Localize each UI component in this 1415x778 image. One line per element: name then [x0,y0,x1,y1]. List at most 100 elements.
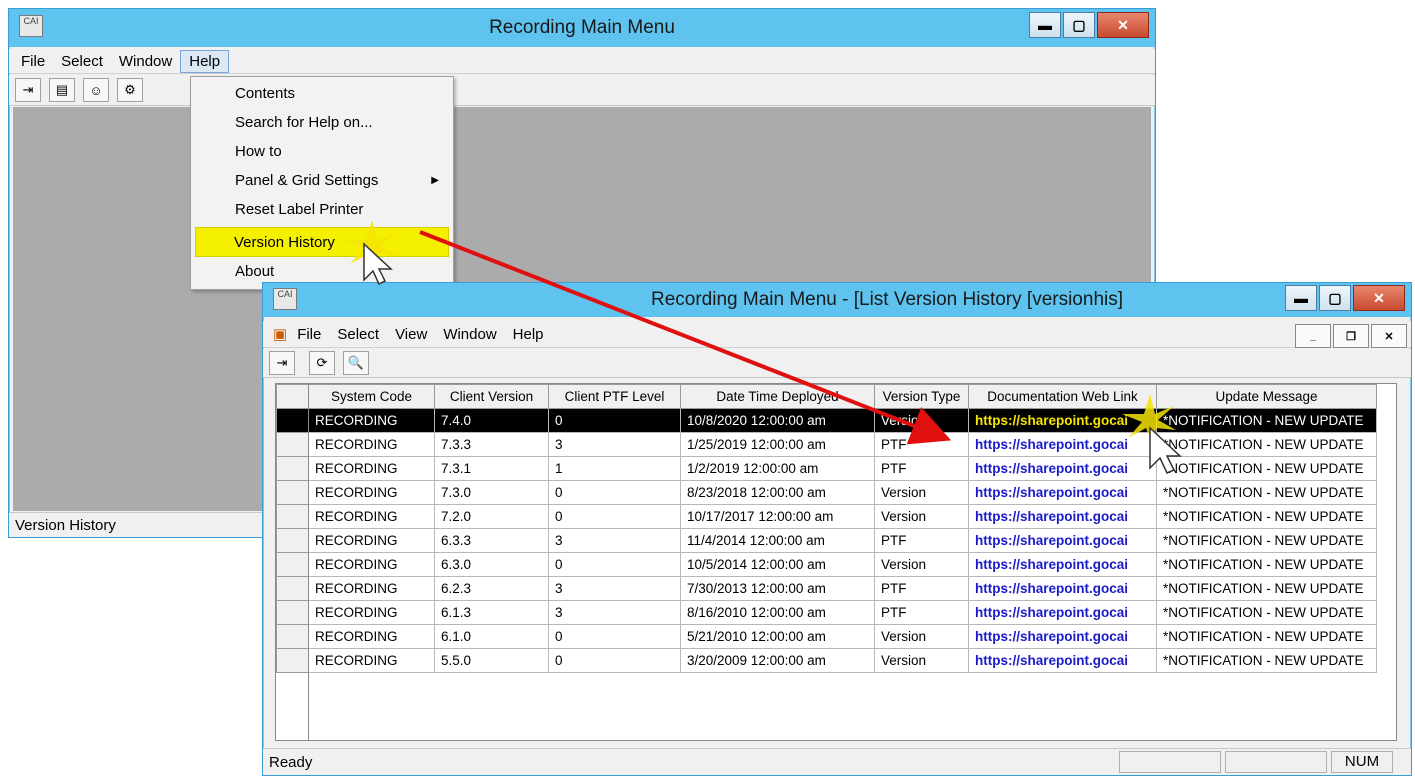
front-window-titlebar[interactable]: CAI Recording Main Menu - [List Version … [263,283,1411,317]
close-button[interactable]: ✕ [1353,285,1405,311]
cell-update-message: *NOTIFICATION - NEW UPDATE [1156,480,1377,505]
table-row[interactable]: RECORDING 6.1.0 0 5/21/2010 12:00:00 am Vers… [276,624,1377,649]
cell-system-code: RECORDING [308,504,435,529]
cell-documentation-web-link[interactable]: https://sharepoint.gocai [968,600,1157,625]
grid-body: System Code Client Version Client PTF Le… [276,384,1377,673]
refresh-icon[interactable]: ⟳ [309,351,335,375]
cell-documentation-web-link[interactable]: https://sharepoint.gocai [968,408,1157,433]
menu-help[interactable]: Help [180,49,230,73]
menu-help[interactable]: Help [505,324,552,345]
grid-rows: RECORDING 7.4.0 0 10/8/2020 12:00:00 am Vers… [276,408,1377,673]
cell-documentation-web-link[interactable]: https://sharepoint.gocai [968,432,1157,457]
table-row[interactable]: RECORDING 7.3.0 0 8/23/2018 12:00:00 am Vers… [276,480,1377,505]
cell-version-type: Version [874,408,969,433]
status-pane [1225,751,1327,773]
menu-item-version-history[interactable]: Version History [195,227,449,257]
cell-version-type: PTF [874,432,969,457]
cell-client-version: 7.4.0 [434,408,549,433]
cell-documentation-web-link[interactable]: https://sharepoint.gocai [968,456,1157,481]
table-row[interactable]: RECORDING 6.3.0 0 10/5/2014 12:00:00 am Vers… [276,552,1377,577]
cell-client-ptf-level: 0 [548,504,681,529]
cell-date-time-deployed: 8/23/2018 12:00:00 am [680,480,875,505]
mdi-restore-button[interactable]: ❐ [1333,324,1369,348]
cell-documentation-web-link[interactable]: https://sharepoint.gocai [968,648,1157,673]
menu-item-how-to[interactable]: How to [191,137,453,165]
cell-system-code: RECORDING [308,624,435,649]
cell-version-type: Version [874,504,969,529]
grid-header-row: System Code Client Version Client PTF Le… [276,384,1377,409]
exit-icon[interactable]: ⇥ [269,351,295,375]
column-header-system-code[interactable]: System Code [308,384,435,409]
row-header[interactable] [276,600,309,625]
column-header-version-type[interactable]: Version Type [874,384,969,409]
find-icon[interactable]: 🔍 [343,351,369,375]
menu-item-reset-label-printer[interactable]: Reset Label Printer [191,195,453,223]
table-row[interactable]: RECORDING 6.2.3 3 7/30/2013 12:00:00 am PTF h… [276,576,1377,601]
menu-view[interactable]: View [387,324,435,345]
row-header[interactable] [276,408,309,433]
front-statusbar: Ready NUM [263,748,1411,775]
row-header[interactable] [276,456,309,481]
menu-item-contents[interactable]: Contents [191,79,453,107]
table-row[interactable]: RECORDING 7.3.1 1 1/2/2019 12:00:00 am PTF ht… [276,456,1377,481]
tools-icon[interactable]: ⚙ [117,78,143,102]
mdi-doc-icon[interactable]: ▣ [271,325,289,343]
window-icon[interactable]: ▤ [49,78,75,102]
mdi-minimize-button[interactable]: _ [1295,324,1331,348]
column-header-client-ptf-level[interactable]: Client PTF Level [548,384,681,409]
menu-select[interactable]: Select [329,324,387,345]
maximize-button[interactable]: ▢ [1063,12,1095,38]
cell-update-message: *NOTIFICATION - NEW UPDATE [1156,624,1377,649]
minimize-button[interactable]: ▬ [1285,285,1317,311]
table-row[interactable]: RECORDING 7.4.0 0 10/8/2020 12:00:00 am Vers… [276,408,1377,433]
row-header[interactable] [276,624,309,649]
column-header-update-message[interactable]: Update Message [1156,384,1377,409]
column-header-client-version[interactable]: Client Version [434,384,549,409]
menu-file[interactable]: File [289,324,329,345]
column-header-documentation-web-link[interactable]: Documentation Web Link [968,384,1157,409]
menu-item-search-help[interactable]: Search for Help on... [191,108,453,136]
app-icon[interactable]: CAI [19,15,43,37]
row-header[interactable] [276,528,309,553]
menu-item-about[interactable]: About [191,257,453,285]
row-header[interactable] [276,480,309,505]
table-row[interactable]: RECORDING 7.2.0 0 10/17/2017 12:00:00 am Ver… [276,504,1377,529]
app-icon[interactable]: CAI [273,288,297,310]
row-header[interactable] [276,576,309,601]
row-header[interactable] [276,504,309,529]
front-menubar: ▣ File Select View Window Help _ ❐ ✕ [263,321,1411,348]
column-header-date-time-deployed[interactable]: Date Time Deployed [680,384,875,409]
menu-select[interactable]: Select [53,51,111,72]
row-header[interactable] [276,648,309,673]
cell-system-code: RECORDING [308,576,435,601]
row-header[interactable] [276,552,309,577]
cell-documentation-web-link[interactable]: https://sharepoint.gocai [968,576,1157,601]
cell-client-ptf-level: 0 [548,552,681,577]
exit-icon[interactable]: ⇥ [15,78,41,102]
cell-date-time-deployed: 7/30/2013 12:00:00 am [680,576,875,601]
maximize-button[interactable]: ▢ [1319,285,1351,311]
cell-system-code: RECORDING [308,432,435,457]
minimize-button[interactable]: ▬ [1029,12,1061,38]
menu-window[interactable]: Window [435,324,504,345]
cell-documentation-web-link[interactable]: https://sharepoint.gocai [968,480,1157,505]
cell-client-version: 7.3.3 [434,432,549,457]
cell-documentation-web-link[interactable]: https://sharepoint.gocai [968,624,1157,649]
cell-documentation-web-link[interactable]: https://sharepoint.gocai [968,504,1157,529]
cell-client-version: 7.3.1 [434,456,549,481]
close-button[interactable]: ✕ [1097,12,1149,38]
table-row[interactable]: RECORDING 5.5.0 0 3/20/2009 12:00:00 am Vers… [276,648,1377,673]
cell-documentation-web-link[interactable]: https://sharepoint.gocai [968,552,1157,577]
back-menubar: File Select Window Help [9,49,1155,74]
menu-item-panel-grid-settings[interactable]: Panel & Grid Settings ▶ [191,166,453,194]
cell-documentation-web-link[interactable]: https://sharepoint.gocai [968,528,1157,553]
row-header[interactable] [276,432,309,457]
table-row[interactable]: RECORDING 7.3.3 3 1/25/2019 12:00:00 am PTF h… [276,432,1377,457]
table-row[interactable]: RECORDING 6.3.3 3 11/4/2014 12:00:00 am PTF h… [276,528,1377,553]
mdi-close-button[interactable]: ✕ [1371,324,1407,348]
user-icon[interactable]: ☺ [83,78,109,102]
table-row[interactable]: RECORDING 6.1.3 3 8/16/2010 12:00:00 am PTF h… [276,600,1377,625]
menu-window[interactable]: Window [111,51,180,72]
back-window-titlebar[interactable]: CAI Recording Main Menu ▬ ▢ ✕ [9,9,1155,47]
menu-file[interactable]: File [13,51,53,72]
